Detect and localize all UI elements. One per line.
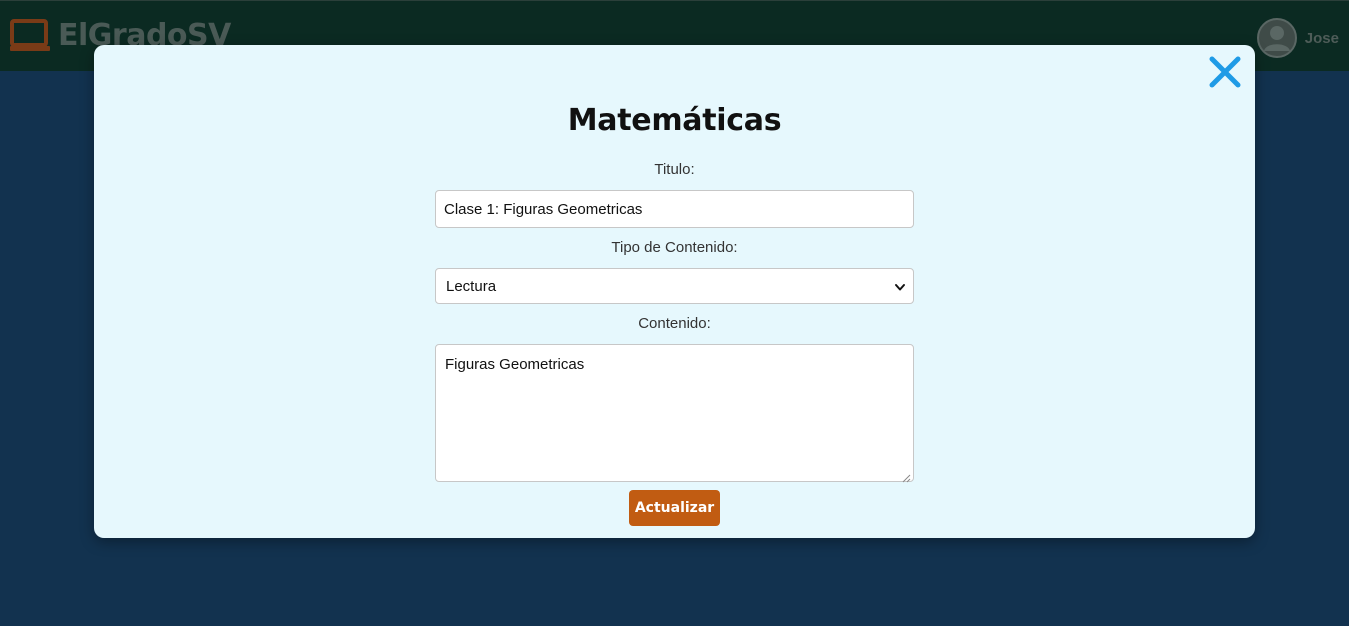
tipo-contenido-selected: Lectura: [446, 277, 497, 295]
modal-title: Matemáticas: [567, 103, 782, 138]
close-icon[interactable]: [1207, 54, 1243, 90]
titulo-input-value: Clase 1: Figuras Geometricas: [444, 200, 643, 218]
resize-handle-icon[interactable]: [902, 470, 911, 483]
titulo-label: Titulo:: [654, 161, 695, 178]
chalkboard-icon: [10, 17, 50, 53]
contenido-textarea[interactable]: Figuras Geometricas: [435, 344, 914, 483]
contenido-label: Contenido:: [638, 315, 711, 332]
titulo-input[interactable]: Clase 1: Figuras Geometricas: [435, 190, 914, 228]
user-name: Jose: [1304, 29, 1339, 47]
user-menu[interactable]: Jose: [1256, 17, 1339, 59]
contenido-textarea-value: Figuras Geometricas: [445, 356, 585, 373]
tipo-contenido-select[interactable]: Lectura: [435, 268, 914, 304]
chevron-down-icon: [894, 280, 906, 292]
user-avatar-icon: [1256, 18, 1297, 58]
tipo-contenido-label: Tipo de Contenido:: [611, 239, 738, 256]
edit-content-modal: Matemáticas Titulo: Clase 1: Figuras Geo…: [94, 45, 1255, 538]
actualizar-button[interactable]: Actualizar: [629, 490, 720, 526]
